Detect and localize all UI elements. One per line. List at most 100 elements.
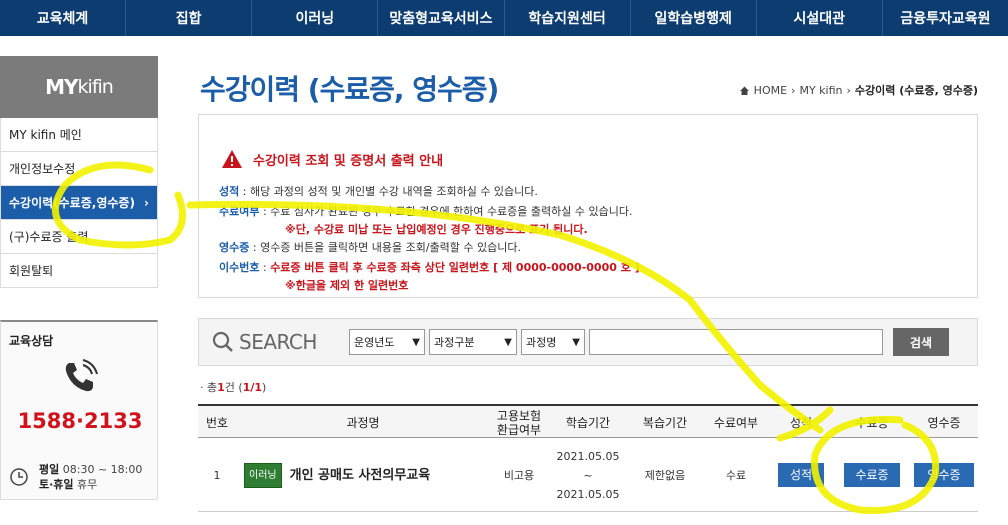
row-grade: 성적 xyxy=(768,438,834,512)
clock-icon xyxy=(10,468,28,486)
row-period: 2021.05.05 ~ 2021.05.05 xyxy=(550,438,626,512)
nav-item-facility-rental[interactable]: 시설대관 xyxy=(757,0,883,36)
notice-key: 이수번호 xyxy=(219,261,260,274)
course-type-badge: 이러닝 xyxy=(244,462,282,488)
notice-text: : 영수증 버튼을 클릭하면 내용을 조회/출력할 수 있습니다. xyxy=(249,241,522,254)
breadcrumb-current: 수강이력 (수료증, 영수증) xyxy=(854,84,978,97)
sidebar-item-withdraw[interactable]: 회원탈퇴 xyxy=(0,254,158,288)
contact-box: 교육상담 1588·2133 평일 08:30 ~ 18:00 토·휴일 휴무 xyxy=(0,320,158,500)
row-certificate: 수료증 xyxy=(834,438,910,512)
count-prefix: · 총 xyxy=(200,381,218,394)
grade-button[interactable]: 성적 xyxy=(778,463,824,487)
year-select[interactable]: 운영년도 ▼ xyxy=(349,329,425,355)
notice-line-grade: 성적 : 해당 과정의 성적 및 개인별 수강 내역을 조회하실 수 있습니다. xyxy=(219,183,538,199)
nav-item-elearning[interactable]: 이러닝 xyxy=(252,0,379,36)
search-button[interactable]: 검색 xyxy=(893,328,949,356)
notice-line-completion: 수료여부 : 수료 심사가 완료된 경우 수료한 경우에 한하여 수료증을 출력… xyxy=(219,203,632,219)
office-hours: 평일 08:30 ~ 18:00 토·휴일 휴무 xyxy=(39,462,142,492)
notice-warning: 수료증 버튼 클릭 후 수료증 좌측 상단 일련번호 [ 제 0000-0000… xyxy=(270,261,640,274)
course-title[interactable]: 개인 공매도 사전의무교육 xyxy=(290,466,431,485)
notice-title: 수강이력 조회 및 증명서 출력 안내 xyxy=(221,149,443,169)
course-name-select-value: 과정명 xyxy=(526,336,557,349)
weekday-label: 평일 xyxy=(39,463,60,476)
notice-key: 영수증 xyxy=(219,241,250,254)
weekday-hours: 08:30 ~ 18:00 xyxy=(62,463,143,476)
sidebar-item-label: 개인정보수정 xyxy=(9,162,76,176)
contact-phone-number: 1588·2133 xyxy=(17,409,143,433)
certificate-button[interactable]: 수료증 xyxy=(844,463,900,487)
notice-warning: ※단, 수강료 미납 또는 납입예정인 경우 진행중으로 표기 됩니다. xyxy=(285,223,588,236)
notice-key: 수료여부 xyxy=(219,205,260,218)
sidebar-item-edit-profile[interactable]: 개인정보수정 xyxy=(0,152,158,186)
course-name-select[interactable]: 과정명 ▼ xyxy=(521,329,585,355)
course-type-select-value: 과정구분 xyxy=(434,336,475,349)
sidebar-item-course-history[interactable]: 수강이력(수료증,영수증) › xyxy=(0,186,158,220)
sidebar: MY kifin MY kifin 메인 개인정보수정 수강이력(수료증,영수증… xyxy=(0,56,158,288)
receipt-button[interactable]: 영수증 xyxy=(914,463,974,487)
search-icon xyxy=(212,331,233,352)
col-header-grade: 성적 xyxy=(789,416,813,430)
chevron-down-icon: ▼ xyxy=(504,336,512,348)
sidebar-item-label: 수강이력(수료증,영수증) xyxy=(9,196,135,210)
col-header-course: 과정명 xyxy=(346,416,380,430)
top-navigation: 교육체계 집합 이러닝 맞춤형교육서비스 학습지원센터 일학습병행제 시설대관 … xyxy=(0,0,1008,36)
col-header-certificate: 수료증 xyxy=(855,416,889,430)
period-end: 2021.05.05 xyxy=(556,487,620,501)
chevron-right-icon: › xyxy=(791,83,796,97)
chevron-down-icon: ▼ xyxy=(572,336,580,348)
notice-line-tuition-warning: ※단, 수강료 미납 또는 납입예정인 경우 진행중으로 표기 됩니다. xyxy=(285,221,588,237)
nav-item-custom-education[interactable]: 맞춤형교육서비스 xyxy=(378,0,505,36)
breadcrumb-home[interactable]: HOME xyxy=(754,84,787,97)
course-type-select[interactable]: 과정구분 ▼ xyxy=(429,329,517,355)
sidebar-item-label: MY kifin 메인 xyxy=(9,128,82,142)
row-course: 이러닝 개인 공매도 사전의무교육 xyxy=(244,438,488,512)
col-header-insurance: 고용보험 환급여부 xyxy=(496,409,542,437)
sidebar-header-my: MY xyxy=(45,75,78,99)
count-end: ) xyxy=(262,381,267,394)
contact-title: 교육상담 xyxy=(9,334,54,348)
chevron-right-icon: › xyxy=(846,83,851,97)
weekend-hours: 휴무 xyxy=(77,478,98,491)
warning-icon xyxy=(222,150,242,168)
chevron-right-icon: › xyxy=(144,195,149,210)
year-select-value: 운영년도 xyxy=(354,336,395,349)
notice-text: : 수료 심사가 완료된 경우 수료한 경우에 한하여 수료증을 출력하실 수 … xyxy=(259,205,633,218)
nav-item-investor-education[interactable]: 금융투자교육원 xyxy=(883,0,1008,36)
nav-item-work-study[interactable]: 일학습병행제 xyxy=(631,0,757,36)
phone-icon xyxy=(65,359,98,392)
nav-item-curriculum[interactable]: 교육체계 xyxy=(0,0,127,36)
notice-warning: ※한글을 제외 한 일련번호 xyxy=(285,279,409,292)
notice-text: : xyxy=(259,261,271,274)
row-status: 수료 xyxy=(725,468,747,482)
count-suffix: 건 ( xyxy=(224,381,243,394)
sidebar-item-my-main[interactable]: MY kifin 메인 xyxy=(0,118,158,152)
search-input[interactable] xyxy=(589,329,883,355)
breadcrumb-my-kifin[interactable]: MY kifin xyxy=(799,84,842,97)
col-header-receipt: 영수증 xyxy=(927,416,961,430)
col-header-period: 학습기간 xyxy=(565,416,611,430)
row-insurance: 비고용 xyxy=(503,468,535,482)
search-label-text: SEARCH xyxy=(239,330,317,354)
page-title: 수강이력 (수료증, 영수증) xyxy=(200,73,499,106)
notice-key: 성적 xyxy=(219,185,240,198)
chevron-down-icon: ▼ xyxy=(412,336,420,348)
sidebar-item-label: (구)수료증 출력 xyxy=(9,230,89,244)
course-history-table: 번호 과정명 고용보험 환급여부 학습기간 복습기간 수료여부 성적 수료증 영… xyxy=(198,404,978,512)
period-separator: ~ xyxy=(583,468,593,482)
row-receipt: 영수증 xyxy=(910,438,978,512)
col-header-no: 번호 xyxy=(205,416,229,430)
col-header-status: 수료여부 xyxy=(713,416,759,430)
nav-item-learning-support[interactable]: 학습지원센터 xyxy=(505,0,631,36)
search-bar: SEARCH 운영년도 ▼ 과정구분 ▼ 과정명 ▼ 검색 xyxy=(198,318,978,366)
notice-line-receipt: 영수증 : 영수증 버튼을 클릭하면 내용을 조회/출력할 수 있습니다. xyxy=(219,239,521,255)
notice-box: 수강이력 조회 및 증명서 출력 안내 성적 : 해당 과정의 성적 및 개인별… xyxy=(198,114,978,298)
nav-item-classroom[interactable]: 집합 xyxy=(126,0,253,36)
notice-text: : 해당 과정의 성적 및 개인별 수강 내역을 조회하실 수 있습니다. xyxy=(239,185,538,198)
sidebar-item-old-certificate[interactable]: (구)수료증 출력 xyxy=(0,220,158,254)
count-page: 1/1 xyxy=(242,381,263,394)
search-label: SEARCH xyxy=(211,330,317,354)
sidebar-header: MY kifin xyxy=(0,56,158,118)
notice-line-cert-number-note: ※한글을 제외 한 일련번호 xyxy=(285,277,408,293)
result-count: · 총1건 (1/1) xyxy=(200,379,266,395)
notice-line-cert-number: 이수번호 : 수료증 버튼 클릭 후 수료증 좌측 상단 일련번호 [ 제 00… xyxy=(219,259,640,275)
